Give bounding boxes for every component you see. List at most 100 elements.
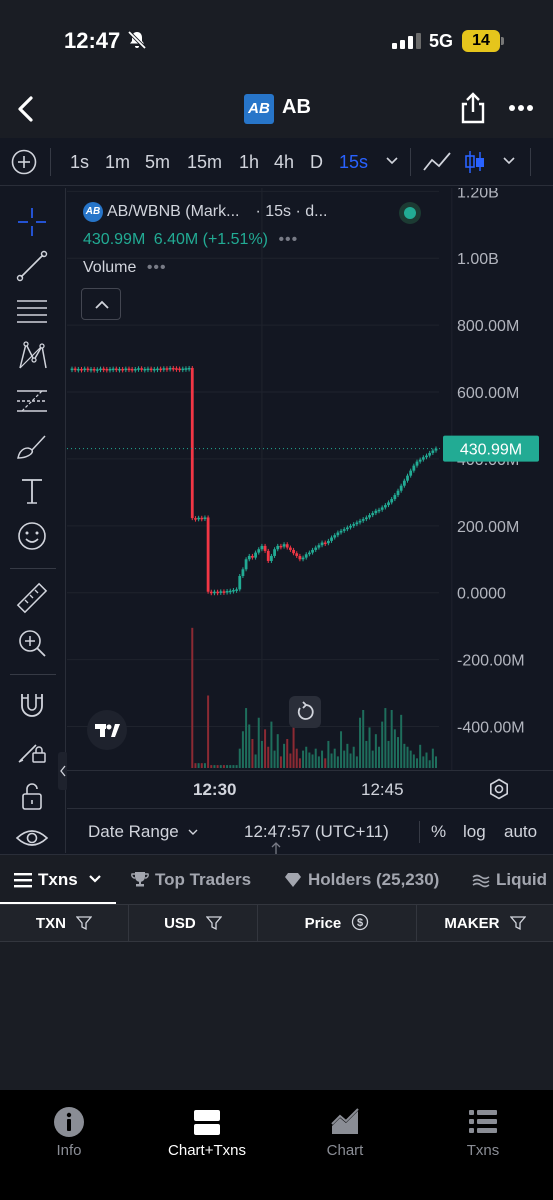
column-header-price[interactable]: Price $ [258,905,416,942]
eye-icon[interactable] [14,820,50,853]
status-time: 12:47 [64,28,121,53]
pattern-tool-icon[interactable] [14,338,50,374]
nav-info[interactable]: Info [14,1106,124,1159]
volume-bar [226,765,229,768]
emoji-icon[interactable] [14,518,50,554]
magnet-icon[interactable] [14,686,50,722]
line-chart-icon[interactable] [422,150,452,174]
interval-1s[interactable]: 1s [70,152,89,173]
volume-bar [276,734,279,768]
volume-bar [298,758,301,768]
candle [235,589,238,591]
timezone-clock[interactable]: 12:47:57 (UTC+11) [244,822,389,842]
trend-line-icon[interactable] [14,248,50,284]
nav-txns[interactable]: Txns [428,1106,538,1159]
candle [304,554,308,558]
chart-type-chevron-icon[interactable] [502,154,516,168]
fib-retracement-icon[interactable] [14,383,50,419]
share-icon[interactable] [458,92,488,124]
interval-1m[interactable]: 1m [105,152,130,173]
volume-bar [267,746,270,768]
candle [76,368,80,371]
candle [247,555,251,560]
dollar-circle-icon[interactable]: $ [351,913,369,931]
filter-icon[interactable] [205,915,222,931]
legend-symbol-row[interactable]: AB AB/WBNB (Mark... · 15s · d... [83,202,327,222]
volume-bar [248,724,251,768]
candlestick-icon[interactable] [464,149,486,175]
tab-liquidity[interactable]: Liquid [472,870,547,890]
column-header-txn[interactable]: TXN [0,905,128,942]
column-txn-label: TXN [35,915,66,932]
interval-5m[interactable]: 5m [145,152,170,173]
interval-15m[interactable]: 15m [187,152,222,173]
lock-pencil-icon[interactable] [14,731,50,767]
price-chart[interactable]: 1.20B1.00B800.00M600.00M400.00M200.00M0.… [67,188,553,770]
candle [149,368,153,371]
volume-bar [371,750,374,768]
back-arrow-icon[interactable] [14,94,38,124]
nav-bar: AB AB [0,80,553,138]
candle [292,549,295,554]
filter-icon[interactable] [509,915,526,931]
candle [431,450,435,453]
candle [92,368,96,371]
volume-bar [191,627,194,768]
column-header-usd[interactable]: USD [129,905,257,942]
volume-bar [359,717,362,768]
brush-icon[interactable] [14,428,50,464]
zoom-in-icon[interactable] [14,625,50,661]
interval-1h[interactable]: 1h [239,152,259,173]
y-tick-label: 800.00M [457,318,519,335]
unlock-icon[interactable] [14,778,50,814]
volume-bar [254,754,257,768]
candle [102,368,106,371]
percent-scale-toggle[interactable]: % [431,822,446,842]
legend-more-dots[interactable]: ••• [278,231,298,248]
auto-scale-toggle[interactable]: auto [504,822,537,842]
ruler-icon[interactable] [14,580,50,616]
chevron-down-icon[interactable] [385,154,399,168]
tab-top-traders[interactable]: Top Traders [131,870,251,890]
volume-bar [314,748,317,768]
candle [165,368,169,370]
text-tool-icon[interactable] [14,473,50,509]
nav-chart-txns[interactable]: Chart+Txns [152,1106,262,1159]
volume-bar [200,763,203,768]
candle [184,368,188,370]
volume-bar [321,750,324,768]
volume-bar [403,743,406,768]
candle [232,590,235,592]
candle [228,590,232,593]
column-header-maker[interactable]: MAKER [417,905,553,942]
legend-change: 6.40M (+1.51%) [153,231,268,248]
interval-15s[interactable]: 15s [339,152,368,173]
tab-holders[interactable]: Holders (25,230) [284,870,439,890]
chart-settings-icon[interactable] [488,778,510,800]
horizontal-lines-icon[interactable] [14,293,50,329]
candle [83,368,87,371]
candle [307,552,311,555]
filter-icon[interactable] [76,915,93,931]
reset-chart-button[interactable] [289,696,321,728]
tab-txns[interactable]: Txns [14,870,102,890]
volume-bar [213,765,216,768]
date-range-button[interactable]: Date Range [88,822,199,842]
candle [251,555,254,558]
nav-chart[interactable]: Chart [290,1106,400,1159]
log-scale-toggle[interactable]: log [463,822,486,842]
volume-more-dots[interactable]: ••• [147,259,167,276]
crosshair-icon[interactable] [14,204,50,240]
legend-collapse-button[interactable] [81,288,121,320]
legend-token-logo: AB [83,202,103,222]
more-options-icon[interactable] [508,104,534,112]
add-indicator-icon[interactable] [11,149,37,175]
candle [152,368,156,371]
volume-bar [393,729,396,768]
time-axis[interactable]: 12:30 12:45 [67,770,553,808]
legend-volume-row[interactable]: Volume ••• [83,259,167,277]
candle [73,368,77,371]
interval-d[interactable]: D [310,152,323,173]
interval-4h[interactable]: 4h [274,152,294,173]
candle [260,545,264,550]
